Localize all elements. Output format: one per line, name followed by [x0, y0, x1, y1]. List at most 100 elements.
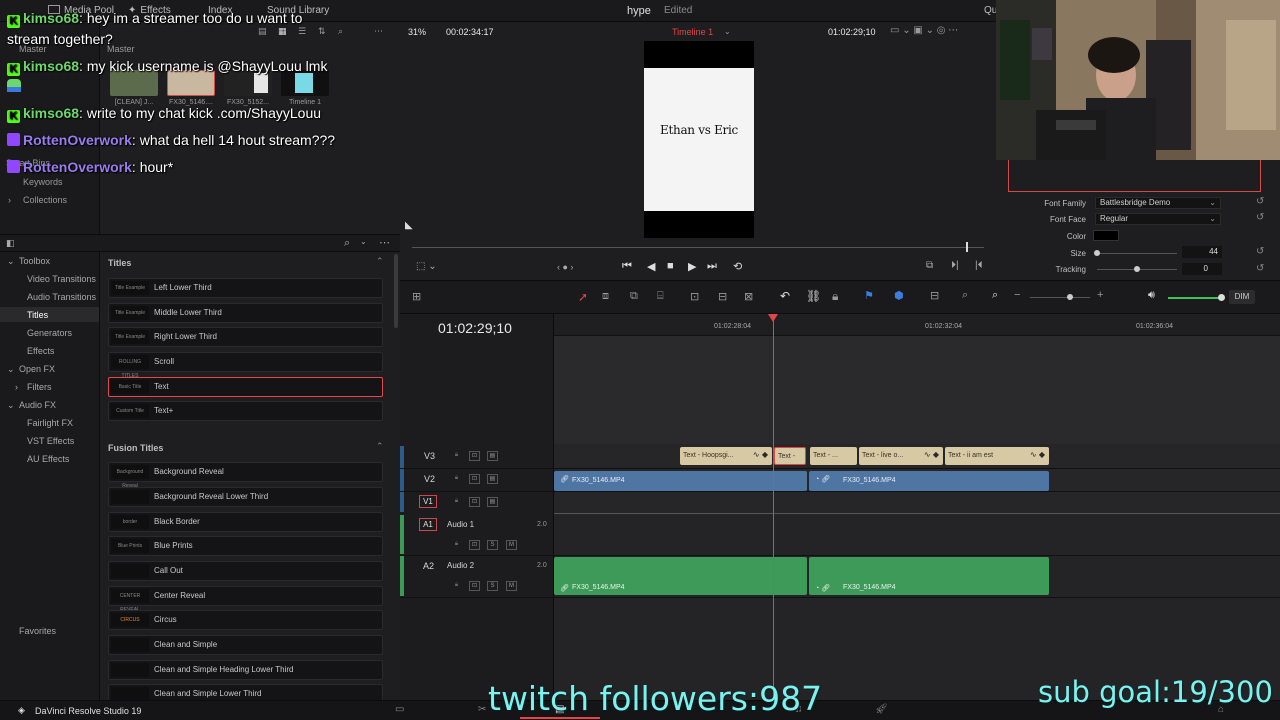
reset-icon[interactable]: ↺	[1256, 246, 1264, 257]
timeline-name[interactable]: Timeline 1	[672, 27, 713, 37]
speaker-icon[interactable]: 🔊︎	[1148, 289, 1155, 302]
volume-slider-knob[interactable]	[1218, 294, 1225, 301]
track-id-a1[interactable]: A1	[419, 518, 437, 531]
fusion-title-item[interactable]: Clean and Simple Lower Third	[108, 684, 383, 701]
solo-button[interactable]: S	[487, 581, 498, 591]
title-clip-selected[interactable]: Text -	[774, 447, 806, 465]
zoom-detail-icon[interactable]: ⌕	[962, 289, 968, 302]
audio-clip[interactable]: 🔗︎ FX30_5146.MP4	[554, 557, 807, 595]
timeline-view-options-icon[interactable]: ⊞	[412, 290, 421, 303]
selection-tool-icon[interactable]: ➚	[578, 290, 588, 304]
cut-page-icon[interactable]: ✂	[478, 704, 486, 715]
color-swatch[interactable]	[1093, 230, 1119, 241]
toolbox-item[interactable]: Fairlight FX	[27, 418, 73, 428]
track-id-a2[interactable]: A2	[423, 561, 434, 571]
blade-tool-icon[interactable]: ⌸	[657, 290, 664, 303]
toolbox-item[interactable]: Open FX	[19, 364, 55, 374]
video-clip[interactable]: 🔗︎ FX30_5146.MP4	[554, 471, 807, 491]
chevron-down-icon[interactable]: ⌄	[360, 237, 367, 246]
toolbox-item[interactable]: Generators	[27, 328, 72, 338]
linked-selection-icon[interactable]: ⛓	[806, 289, 821, 303]
play-button[interactable]: ▶	[688, 260, 696, 273]
collections-expand-icon[interactable]: ›	[8, 195, 11, 205]
more-options-icon[interactable]: ⋯	[379, 236, 390, 249]
toolbox-item[interactable]: Filters	[27, 382, 52, 392]
track-name-audio-2[interactable]: Audio 2	[447, 561, 474, 570]
font-family-dropdown[interactable]: Battlesbridge Demo ⌄	[1095, 197, 1221, 209]
zoom-slider[interactable]	[1030, 297, 1090, 298]
more-options-icon[interactable]: ⋯	[374, 26, 383, 37]
title-item[interactable]: ROLLING TITLES Scroll	[108, 352, 383, 379]
size-input[interactable]: 44	[1182, 246, 1222, 258]
stop-button[interactable]: ■	[667, 260, 674, 272]
position-lock-icon[interactable]: 🔒︎	[832, 289, 838, 304]
toolbox-item[interactable]: AU Effects	[27, 454, 69, 464]
title-clip[interactable]: Text - ...	[810, 447, 857, 465]
zoom-in-icon[interactable]: +	[1097, 289, 1103, 301]
lock-icon[interactable]: 🔒︎	[451, 581, 462, 591]
timeline-timecode[interactable]: 01:02:29;10	[438, 320, 512, 336]
match-frame-icon[interactable]: ⧉	[926, 260, 933, 271]
title-clip[interactable]: Text - live o... ∿ ◆	[859, 447, 943, 465]
next-frame-icon[interactable]: ⏵|	[951, 260, 959, 271]
title-item[interactable]: Title Example Right Lower Third	[108, 327, 383, 347]
size-slider-track[interactable]	[1097, 253, 1177, 254]
overwrite-clip-icon[interactable]: ⊟	[718, 290, 727, 303]
zoom-slider-knob[interactable]	[1067, 294, 1073, 300]
collapse-icon[interactable]: ⌄	[7, 400, 15, 411]
viewer-scrubber[interactable]	[412, 247, 984, 248]
media-page-icon[interactable]: ▭	[395, 704, 404, 715]
track-enable-icon[interactable]: ▤	[487, 497, 498, 507]
track-id-v1[interactable]: V1	[419, 495, 437, 508]
collapse-icon[interactable]: ⌄	[7, 364, 15, 375]
video-clip[interactable]: ◔ 🔗︎ FX30_5146.MP4	[809, 471, 1049, 491]
favorites-header[interactable]: Favorites	[19, 626, 56, 636]
fusion-title-item[interactable]: Background Reveal Lower Third	[108, 487, 383, 507]
track-enable-icon[interactable]: ▤	[487, 451, 498, 461]
text-edit-box[interactable]	[1008, 160, 1261, 192]
marker-icon[interactable]: ⬢	[894, 289, 904, 302]
toolbox-item[interactable]: Audio FX	[19, 400, 56, 410]
title-item[interactable]: Title Example Left Lower Third	[108, 278, 383, 298]
auto-select-icon[interactable]: ⊡	[469, 540, 480, 550]
prev-frame-icon[interactable]: |⏴	[975, 260, 983, 271]
zoom-level[interactable]: 31%	[408, 27, 426, 37]
jump-end-button[interactable]: ⏭	[707, 260, 717, 273]
fusion-title-item[interactable]: CENTER REVEAL Center Reveal	[108, 586, 383, 613]
lock-icon[interactable]: 🔒︎	[451, 474, 462, 484]
reset-icon[interactable]: ↺	[1256, 263, 1264, 274]
fusion-title-item[interactable]: Call Out	[108, 561, 383, 581]
chevron-up-icon[interactable]: ⌃	[376, 256, 384, 267]
tracking-input[interactable]: 0	[1182, 263, 1222, 275]
snapping-icon[interactable]: ↶	[780, 289, 790, 303]
dynamic-trim-icon[interactable]: ⧉	[630, 290, 638, 303]
volume-slider[interactable]	[1168, 297, 1222, 299]
lock-icon[interactable]: 🔒︎	[451, 540, 462, 550]
timeline-ruler[interactable]: 01:02:28:04 01:02:32:04 01:02:36:04	[554, 314, 1280, 336]
viewer-options-icon[interactable]: ▭ ⌄ ▣ ⌄ ◎ ⋯	[890, 25, 958, 36]
auto-select-icon[interactable]: ⊡	[469, 451, 480, 461]
keywords-bin[interactable]: Keywords	[23, 177, 63, 187]
fusion-title-item[interactable]: Blue Prints Blue Prints	[108, 536, 383, 556]
search-icon[interactable]: ⌕	[338, 26, 343, 37]
fusion-title-item[interactable]: Background Reveal Background Reveal	[108, 462, 383, 489]
expand-icon[interactable]: ›	[15, 382, 18, 392]
titles-scrollbar[interactable]	[394, 254, 398, 328]
toolbox-item[interactable]: Video Transitions	[27, 274, 96, 284]
audio-clip[interactable]: ◔ 🔗︎ FX30_5146.MP4	[809, 557, 1049, 595]
trim-tool-icon[interactable]: ⧈	[602, 290, 609, 303]
mute-button[interactable]: M	[506, 581, 517, 591]
deliver-page-icon[interactable]: 🚀︎	[875, 704, 888, 715]
dim-button[interactable]: DIM	[1229, 290, 1255, 304]
track-enable-icon[interactable]: ▤	[487, 474, 498, 484]
chevron-down-icon[interactable]: ⌄	[724, 27, 731, 36]
lock-icon[interactable]: 🔒︎	[451, 497, 462, 507]
viewer-marker-icon[interactable]: ◣	[405, 220, 413, 231]
title-clip[interactable]: Text - Hoopsgi... ∿ ◆	[680, 447, 772, 465]
title-item[interactable]: Title Example Middle Lower Third	[108, 303, 383, 323]
track-name-audio-1[interactable]: Audio 1	[447, 520, 474, 529]
title-item[interactable]: Custom Title Text+	[108, 401, 383, 421]
fusion-title-item[interactable]: border Black Border	[108, 512, 383, 532]
loop-button[interactable]: ⟲	[733, 260, 742, 273]
auto-select-icon[interactable]: ⊡	[469, 497, 480, 507]
